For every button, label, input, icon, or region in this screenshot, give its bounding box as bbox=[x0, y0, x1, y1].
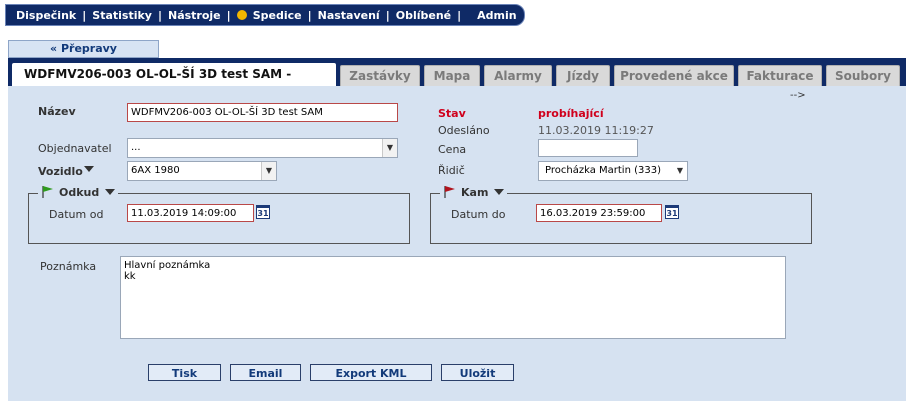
odeslano-value: 11.03.2019 11:19:27 bbox=[538, 124, 654, 137]
tab-zastavky[interactable]: Zastávky bbox=[340, 65, 420, 86]
chevron-down-icon: ▼ bbox=[382, 139, 397, 157]
poznamka-textarea[interactable]: Hlavní poznámka kk bbox=[120, 256, 786, 339]
email-button[interactable]: Email bbox=[230, 364, 301, 381]
stav-value: probíhající bbox=[538, 107, 604, 120]
top-menu: Dispečink | Statistiky | Nástroje | Spedice… bbox=[5, 4, 525, 26]
ulozit-button[interactable]: Uložit bbox=[441, 364, 514, 381]
menu-statistiky[interactable]: Statistiky bbox=[92, 9, 152, 22]
datum-od-label: Datum od bbox=[49, 208, 104, 221]
vozidlo-value: 6AX 1980 bbox=[131, 165, 180, 176]
status-dot-icon bbox=[236, 10, 247, 20]
kam-label: Kam bbox=[461, 185, 489, 199]
menu-nastaveni[interactable]: Nastavení bbox=[318, 9, 380, 22]
calendar-icon[interactable]: 31 bbox=[256, 205, 270, 219]
cena-label: Cena bbox=[438, 143, 467, 156]
objednavatel-label: Objednavatel bbox=[38, 142, 112, 155]
menu-spedice[interactable]: Spedice bbox=[253, 9, 302, 22]
poznamka-line-1: Hlavní poznámka bbox=[124, 260, 211, 271]
vozidlo-select[interactable]: 6AX 1980 ▼ bbox=[127, 161, 277, 181]
poznamka-label: Poznámka bbox=[40, 260, 97, 273]
poznamka-line-2: kk bbox=[124, 271, 136, 282]
odeslano-label: Odesláno bbox=[438, 124, 490, 137]
kam-toggle-icon[interactable] bbox=[494, 189, 505, 195]
tab-fakturace[interactable]: Fakturace bbox=[738, 65, 822, 86]
export-kml-button[interactable]: Export KML bbox=[310, 364, 432, 381]
odkud-toggle-icon[interactable] bbox=[105, 189, 116, 195]
objednavatel-select[interactable]: ... ▼ bbox=[127, 138, 398, 158]
chevron-down-icon: ▼ bbox=[261, 162, 276, 180]
stav-label: Stav bbox=[438, 107, 466, 120]
tab-provedene-akce[interactable]: Provedené akce bbox=[614, 65, 734, 86]
ridic-select[interactable]: Procházka Martin (333) ▼ bbox=[538, 161, 688, 181]
vozidlo-toggle-icon[interactable] bbox=[84, 166, 94, 172]
kam-legend: Kam bbox=[440, 185, 508, 199]
menu-admin[interactable]: Admin bbox=[477, 9, 516, 22]
tab-jizdy[interactable]: Jízdy bbox=[556, 65, 610, 86]
objednavatel-value: ... bbox=[131, 142, 141, 153]
vozidlo-label: Vozidlo bbox=[38, 165, 83, 178]
datum-do-label: Datum do bbox=[451, 208, 506, 221]
more-tabs-arrow[interactable]: --> bbox=[790, 90, 806, 101]
odkud-label: Odkud bbox=[59, 185, 100, 199]
green-flag-icon bbox=[42, 186, 53, 198]
back-to-prepravy-button[interactable]: « Přepravy bbox=[8, 40, 159, 58]
odkud-legend: Odkud bbox=[38, 185, 119, 199]
menu-dispecink[interactable]: Dispečink bbox=[16, 9, 76, 22]
red-flag-icon bbox=[444, 186, 455, 198]
datum-do-input[interactable]: 16.03.2019 23:59:00 bbox=[536, 204, 662, 222]
tab-preprava[interactable]: WDFMV206-003 OL-OL-ŠÍ 3D test SAM - Přep… bbox=[12, 63, 336, 103]
menu-nastroje[interactable]: Nástroje bbox=[168, 9, 221, 22]
tisk-button[interactable]: Tisk bbox=[148, 364, 221, 381]
ridic-label: Řidič bbox=[438, 164, 465, 177]
tab-alarmy[interactable]: Alarmy bbox=[484, 65, 552, 86]
nazev-label: Název bbox=[38, 105, 76, 118]
calendar-icon[interactable]: 31 bbox=[665, 205, 679, 219]
menu-oblibene[interactable]: Oblíbené bbox=[396, 9, 451, 22]
tab-mapa[interactable]: Mapa bbox=[424, 65, 480, 86]
chevron-down-icon: ▼ bbox=[673, 162, 687, 180]
nazev-input[interactable]: WDFMV206-003 OL-OL-ŠÍ 3D test SAM bbox=[127, 103, 398, 122]
datum-od-input[interactable]: 11.03.2019 14:09:00 bbox=[127, 204, 254, 222]
ridic-value: Procházka Martin (333) bbox=[545, 165, 661, 176]
cena-input[interactable] bbox=[538, 139, 638, 157]
tab-soubory[interactable]: Soubory bbox=[826, 65, 900, 86]
